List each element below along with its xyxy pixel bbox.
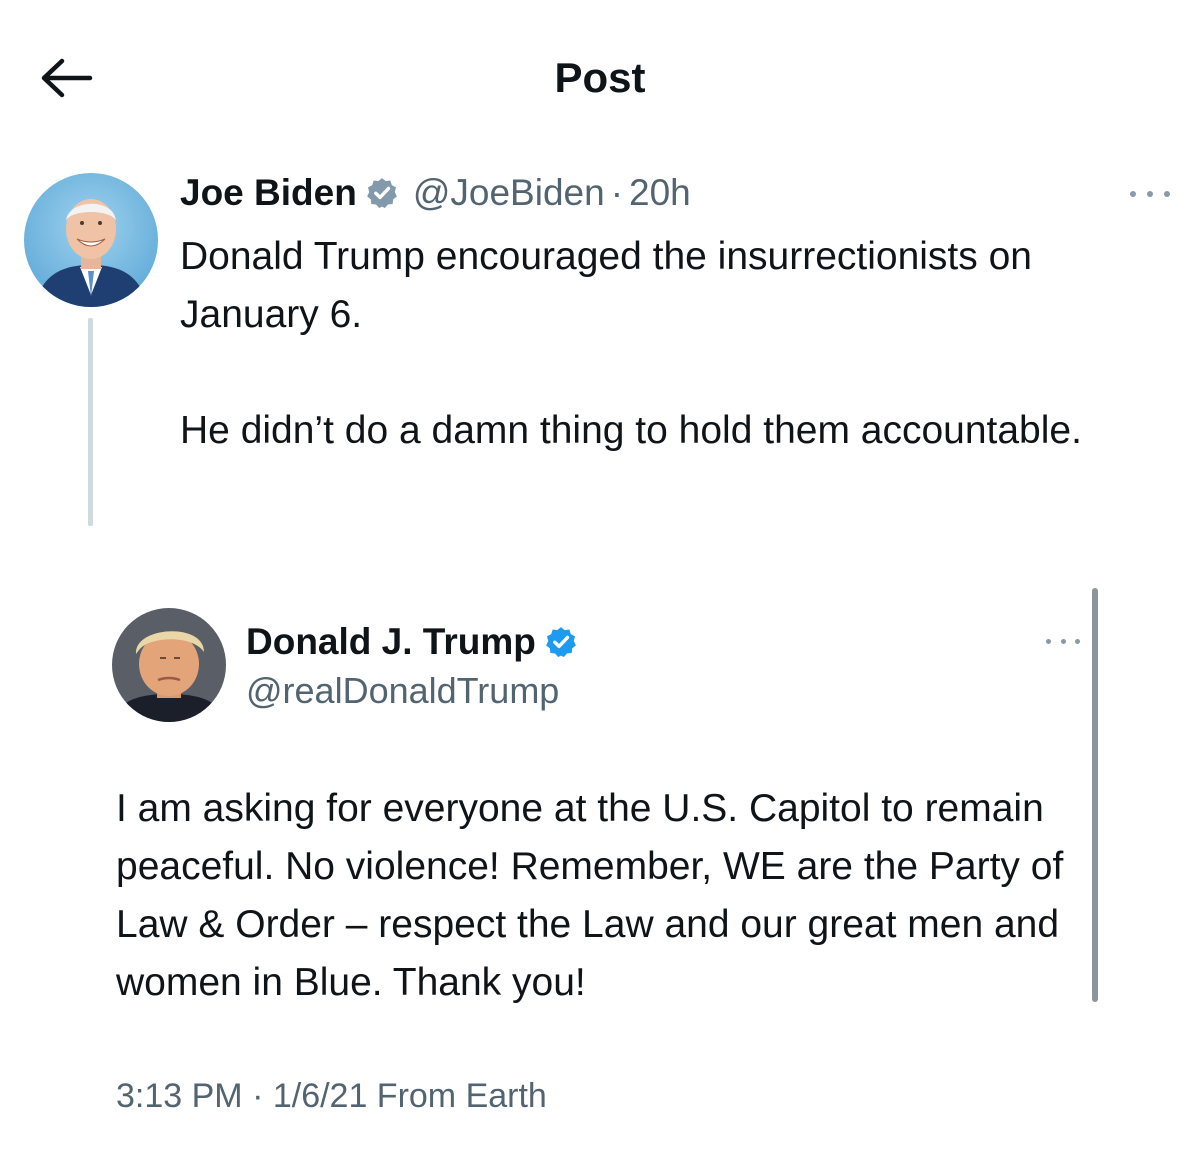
post-text-paragraph: He didn’t do a damn thing to hold them a… — [180, 409, 1082, 452]
more-dots-icon — [1130, 191, 1136, 197]
post-header: Joe Biden @JoeBiden · 20h — [180, 171, 691, 215]
author-handle[interactable]: @JoeBiden — [413, 171, 605, 215]
meta-separator: · — [610, 172, 624, 213]
quoted-author-name[interactable]: Donald J. Trump — [246, 620, 536, 664]
trump-photo — [112, 608, 226, 722]
page-title: Post — [554, 54, 646, 101]
post-timestamp[interactable]: 3:13 PM · 1/6/21 From Earth — [116, 1074, 547, 1118]
more-dots-icon — [1046, 638, 1051, 644]
verified-blue-badge-icon — [544, 625, 578, 659]
verified-gray-badge-icon — [365, 176, 399, 210]
quoted-post-text: I am asking for everyone at the U.S. Cap… — [116, 787, 1064, 1004]
post-text-paragraph: Donald Trump encouraged the insurrection… — [180, 235, 1032, 336]
author-name[interactable]: Joe Biden — [180, 171, 357, 215]
post-text: Donald Trump encouraged the insurrection… — [180, 228, 1180, 460]
post-time[interactable]: 20h — [629, 171, 691, 215]
thread-line — [88, 318, 93, 526]
avatar-joe-biden[interactable] — [24, 173, 158, 307]
quoted-more-options-button[interactable] — [1046, 637, 1080, 645]
scrollbar[interactable] — [1092, 588, 1098, 1002]
quoted-post-header: Donald J. Trump — [246, 620, 592, 664]
more-options-button[interactable] — [1130, 189, 1170, 199]
quoted-author-handle[interactable]: @realDonaldTrump — [246, 669, 559, 713]
avatar-donald-trump[interactable] — [112, 608, 226, 722]
biden-photo — [24, 173, 158, 307]
